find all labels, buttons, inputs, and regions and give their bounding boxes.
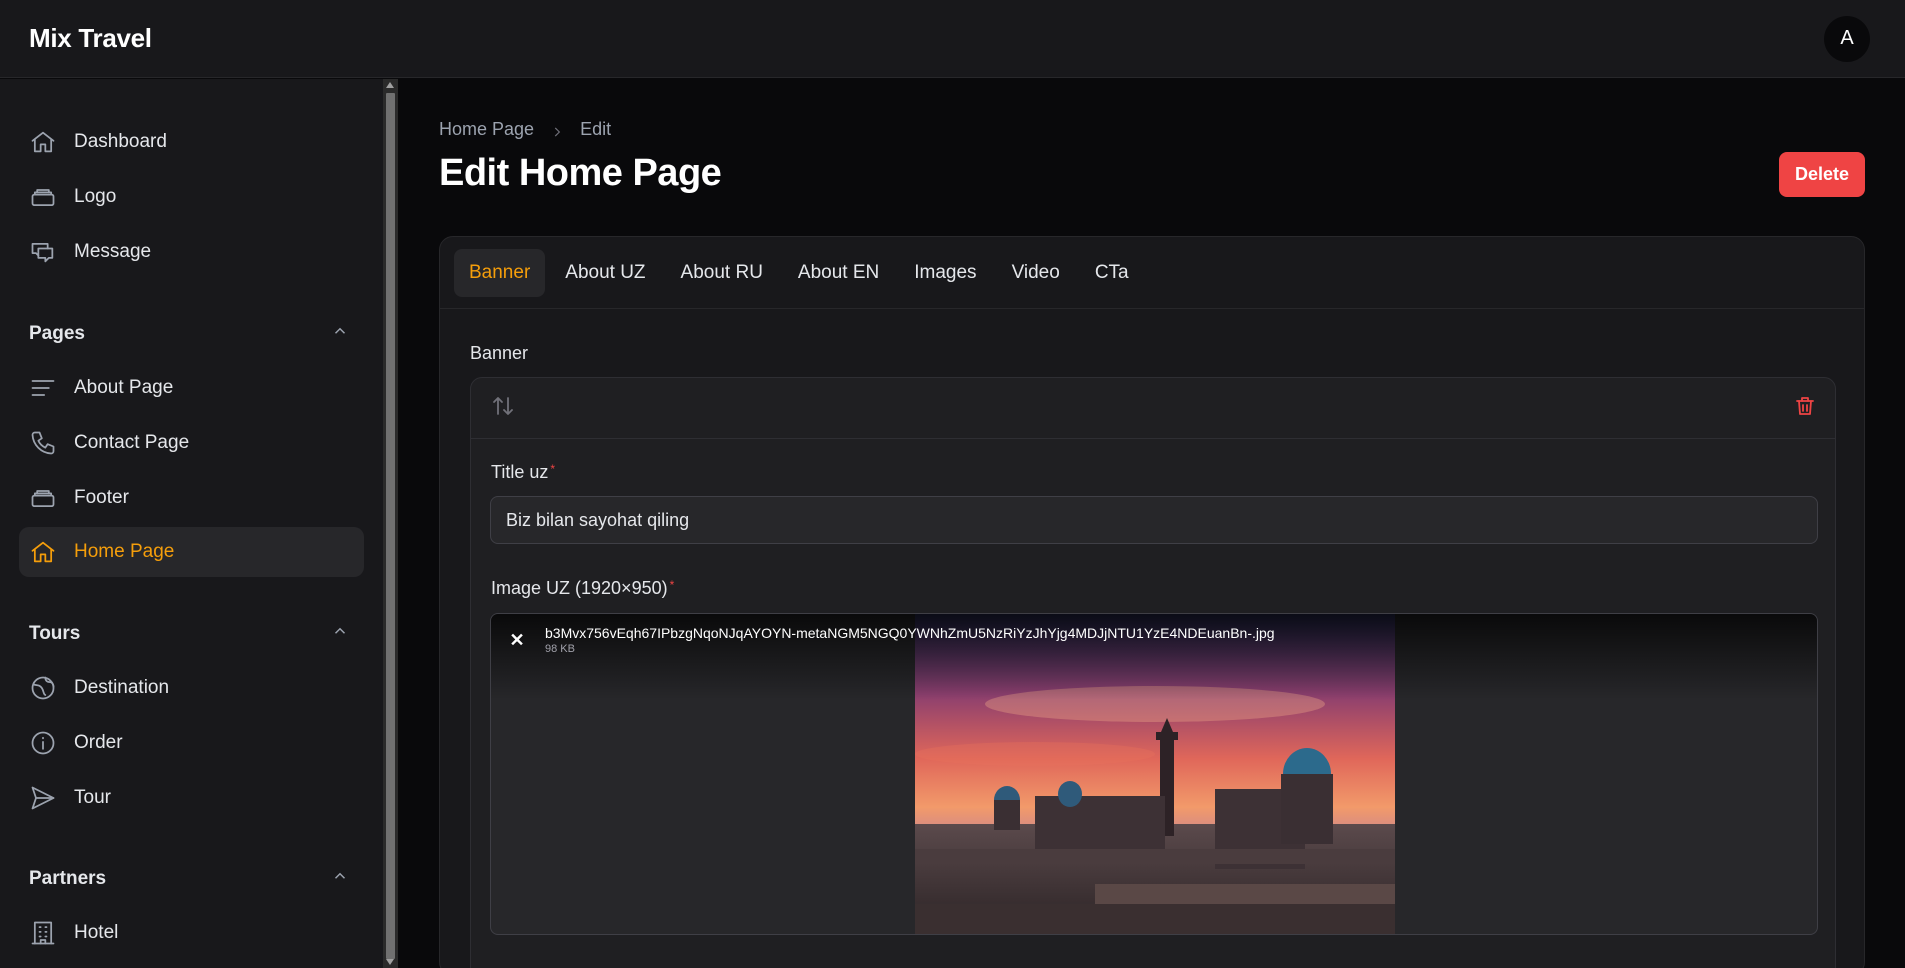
remove-file-button[interactable]: ✕	[505, 628, 529, 652]
stack-icon	[29, 484, 57, 512]
home-icon	[29, 128, 57, 156]
reorder-icon[interactable]	[491, 394, 515, 423]
globe-icon	[29, 674, 57, 702]
sidebar-item-footer[interactable]: Footer	[19, 473, 364, 523]
breadcrumb-current: Edit	[580, 119, 612, 139]
tab-bar: Banner About UZ About RU About EN Images…	[440, 237, 1864, 309]
sidebar-scrollbar[interactable]	[383, 79, 398, 968]
title-uz-label-text: Title uz	[491, 462, 549, 482]
sidebar-item-label: Message	[74, 241, 152, 262]
trash-icon[interactable]	[1793, 394, 1817, 423]
group-header-tours[interactable]: Tours	[29, 619, 349, 649]
file-name: b3Mvx756vEqh67IPbzgNqoNJqAYOYN-metaNGM5N…	[545, 625, 1275, 641]
group-header-pages[interactable]: Pages	[29, 319, 349, 349]
chat-icon	[29, 238, 57, 266]
page-title: Edit Home Page	[439, 152, 722, 194]
sidebar-item-label: Dashboard	[74, 131, 167, 152]
sidebar-item-hotel[interactable]: Hotel	[19, 908, 364, 958]
title-uz-label: Title uz *	[491, 462, 555, 483]
image-upload[interactable]: ✕ b3Mvx756vEqh67IPbzgNqoNJqAYOYN-metaNGM…	[490, 613, 1818, 935]
breadcrumb-parent[interactable]: Home Page	[439, 119, 534, 140]
sidebar-item-message[interactable]: Message	[19, 227, 364, 277]
tab-video[interactable]: Video	[997, 249, 1075, 297]
sidebar-item-label: Tour	[74, 787, 111, 808]
group-title: Pages	[29, 323, 85, 344]
sidebar-item-home-page[interactable]: Home Page	[19, 527, 364, 577]
sidebar-item-label: Footer	[74, 487, 129, 508]
sidebar-item-label: Hotel	[74, 922, 119, 943]
sidebar-item-destination[interactable]: Destination	[19, 663, 364, 713]
sidebar-item-about-page[interactable]: About Page	[19, 363, 364, 413]
tab-images[interactable]: Images	[899, 249, 991, 297]
sidebar-item-dashboard[interactable]: Dashboard	[19, 117, 364, 167]
section-label: Banner	[470, 343, 529, 363]
scrollbar-thumb[interactable]	[386, 93, 395, 959]
image-uz-label: Image UZ (1920×950) *	[491, 578, 674, 599]
stack-icon	[29, 183, 57, 211]
required-marker: *	[550, 462, 556, 476]
title-uz-input[interactable]	[490, 496, 1818, 544]
chevron-up-icon	[331, 322, 349, 346]
tab-about-en[interactable]: About EN	[783, 249, 894, 297]
top-bar: Mix Travel A	[0, 0, 1905, 78]
sidebar-item-label: Contact Page	[74, 432, 190, 453]
scroll-up-arrow-icon[interactable]	[386, 82, 394, 88]
required-marker: *	[669, 578, 675, 592]
sidebar-item-label: Order	[74, 732, 123, 753]
lines-icon	[29, 374, 57, 402]
sidebar-item-label: Destination	[74, 677, 170, 698]
sidebar-item-label: Logo	[74, 186, 117, 207]
file-size: 98 KB	[545, 643, 575, 655]
tab-banner[interactable]: Banner	[454, 248, 546, 297]
chevron-up-icon	[331, 867, 349, 891]
main-content: Home Page Edit Edit Home Page Delete Ban…	[398, 79, 1905, 968]
send-icon	[29, 784, 57, 812]
phone-icon	[29, 429, 57, 457]
group-title: Partners	[29, 868, 107, 889]
sidebar-item-order[interactable]: Order	[19, 718, 364, 768]
form-card: Banner About UZ About RU About EN Images…	[439, 236, 1865, 968]
sidebar-item-label: About Page	[74, 377, 174, 398]
sidebar-item-label: Home Page	[74, 541, 175, 562]
home-icon	[29, 538, 57, 566]
delete-button[interactable]: Delete	[1779, 152, 1865, 197]
group-title: Tours	[29, 623, 81, 644]
image-uz-label-text: Image UZ (1920×950)	[491, 578, 668, 598]
sidebar: Dashboard Logo Message Pages About Page …	[0, 79, 383, 968]
tab-about-uz[interactable]: About UZ	[550, 249, 660, 297]
breadcrumb: Home Page Edit	[439, 119, 611, 140]
tab-cta[interactable]: CTa	[1080, 249, 1144, 297]
chevron-right-icon	[550, 123, 564, 137]
sidebar-item-tour[interactable]: Tour	[19, 773, 364, 823]
scroll-down-arrow-icon[interactable]	[386, 959, 394, 965]
info-icon	[29, 729, 57, 757]
chevron-up-icon	[331, 622, 349, 646]
banner-repeater-item: Title uz* Image UZ (1920×950)*	[470, 377, 1836, 968]
building-icon	[29, 919, 57, 947]
sidebar-item-logo[interactable]: Logo	[19, 172, 364, 222]
repeater-item-header	[471, 378, 1835, 439]
app-title[interactable]: Mix Travel	[29, 23, 152, 54]
sidebar-item-contact-page[interactable]: Contact Page	[19, 418, 364, 468]
user-avatar[interactable]: A	[1824, 15, 1870, 62]
group-header-partners[interactable]: Partners	[29, 864, 349, 894]
tab-about-ru[interactable]: About RU	[666, 249, 778, 297]
